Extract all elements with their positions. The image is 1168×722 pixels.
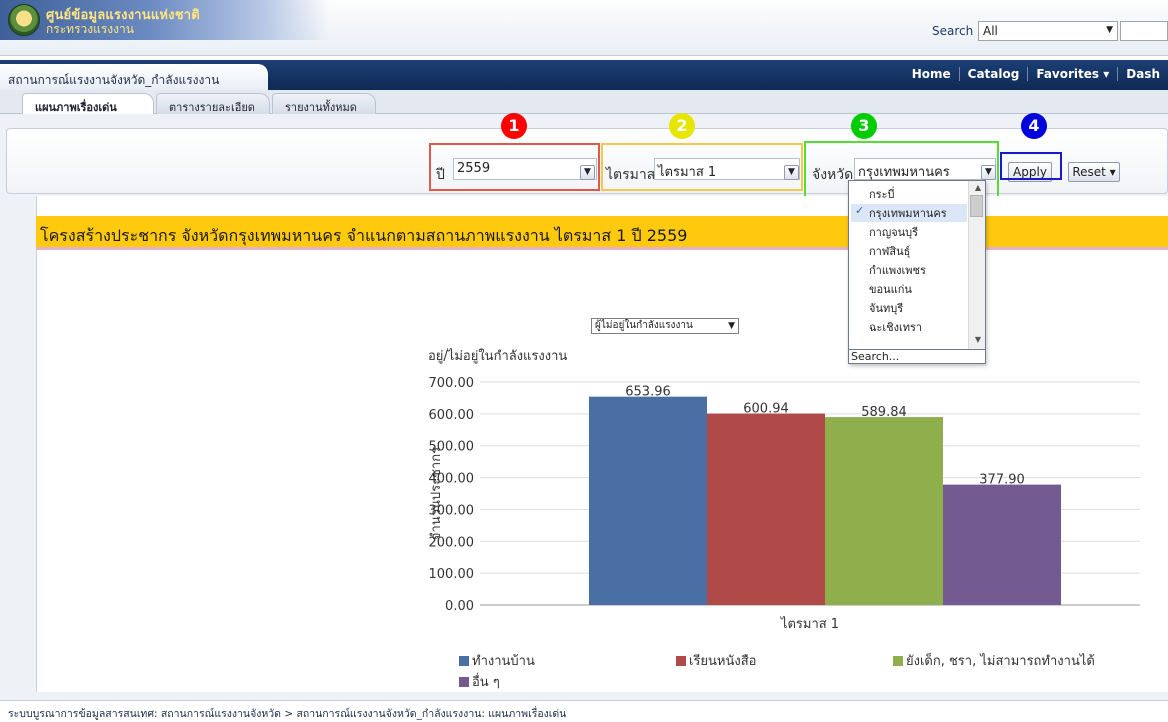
bar — [589, 396, 707, 605]
bar — [707, 413, 825, 605]
province-option[interactable]: กำแพงเพชร — [869, 261, 926, 279]
province-dropdown-list[interactable]: กระบี่ ✓ กรุงเทพมหานครกาญจนบุรีกาฬสินธุ์กำ… — [848, 180, 986, 364]
legend-item: อื่น ๆ — [459, 671, 500, 692]
province-option-label: กาฬสินธุ์ — [869, 245, 911, 258]
scroll-down-icon[interactable]: ▼ — [975, 335, 981, 344]
legend-label: อื่น ๆ — [472, 675, 500, 690]
data-label: 377.90 — [979, 473, 1025, 488]
province-option[interactable]: จันทบุรี — [869, 299, 903, 317]
dropdown-search-link[interactable]: Search... — [849, 349, 985, 364]
data-label: 589.84 — [861, 405, 907, 420]
x-tick-label: ไตรมาส 1 — [780, 616, 839, 632]
y-tick-label: 100.00 — [429, 567, 475, 582]
province-option-label: จันทบุรี — [869, 302, 904, 315]
province-option[interactable]: ขอนแก่น — [869, 280, 912, 298]
province-option[interactable]: กาญจนบุรี — [869, 223, 918, 241]
legend-swatch — [459, 677, 469, 687]
y-axis-label: จำนวนประชากร — [429, 447, 444, 540]
dropdown-scrollbar[interactable]: ▲ ▼ — [968, 181, 985, 349]
y-tick-label: 600.00 — [429, 408, 475, 423]
province-option[interactable]: กาฬสินธุ์ — [869, 242, 910, 260]
data-label: 653.96 — [625, 385, 671, 400]
scroll-up-icon[interactable]: ▲ — [975, 183, 981, 192]
legend-swatch — [893, 656, 903, 666]
scroll-thumb[interactable] — [970, 195, 983, 217]
checkmark-icon: ✓ — [855, 204, 865, 217]
y-tick-label: 700.00 — [429, 376, 475, 391]
province-option-label: กำแพงเพชร — [869, 264, 926, 277]
province-option-label: กระบี่ — [869, 188, 895, 201]
province-option[interactable]: กระบี่ — [869, 185, 894, 203]
legend-label: ทำงานบ้าน — [472, 654, 535, 669]
bar — [825, 417, 943, 605]
legend-swatch — [459, 656, 469, 666]
legend-item: ทำงานบ้าน — [459, 650, 535, 671]
data-label: 600.94 — [743, 402, 789, 417]
legend-label: เรียนหนังสือ — [689, 654, 757, 669]
bar-chart: 0.00100.00200.00300.00400.00500.00600.00… — [429, 376, 1140, 632]
breadcrumb: ระบบบูรณาการข้อมูลสารสนเทศ: สถานการณ์แรง… — [0, 700, 1168, 722]
legend-item: เรียนหนังสือ — [676, 650, 756, 671]
province-option-label: กาญจนบุรี — [869, 226, 919, 239]
bar — [943, 484, 1061, 605]
legend-label: ยังเด็ก, ชรา, ไม่สามารถทำงานได้ — [906, 654, 1095, 669]
legend-swatch — [676, 656, 686, 666]
province-option-label: ขอนแก่น — [869, 283, 912, 296]
province-option[interactable]: ✓ กรุงเทพมหานคร — [851, 204, 967, 222]
y-tick-label: 0.00 — [445, 599, 474, 614]
province-option-label: ฉะเชิงเทรา — [869, 321, 923, 334]
province-option[interactable]: ฉะเชิงเทรา — [869, 318, 922, 336]
province-option-label: กรุงเทพมหานคร — [869, 207, 947, 220]
legend-item: ยังเด็ก, ชรา, ไม่สามารถทำงานได้ — [893, 650, 1095, 671]
